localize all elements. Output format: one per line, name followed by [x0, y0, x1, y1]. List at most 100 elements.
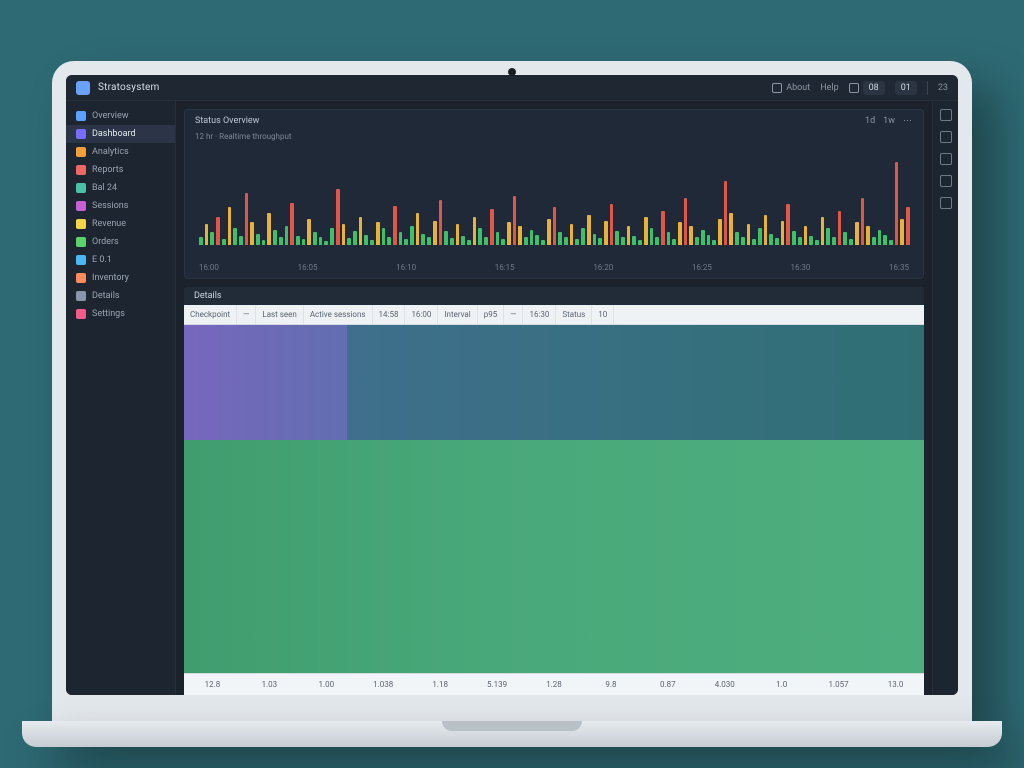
table-col-header[interactable]: Checkpoint	[184, 305, 237, 324]
sidebar-item-sessions[interactable]: Sessions	[66, 197, 175, 215]
chart-bar	[764, 215, 768, 245]
sidebar-item-icon	[76, 183, 86, 193]
sidebar-item-bal-24[interactable]: Bal 24	[66, 179, 175, 197]
rail-tool-5-icon[interactable]	[940, 197, 952, 209]
table-col-header[interactable]: —	[504, 305, 523, 324]
header-link-help[interactable]: Help	[820, 83, 838, 93]
chart-bar	[558, 232, 562, 245]
chart-bar	[729, 213, 733, 245]
chart-bar	[467, 240, 471, 245]
laptop-base	[22, 721, 1002, 747]
sidebar-item-icon	[76, 129, 86, 139]
chart-range-1w[interactable]: 1w	[883, 116, 895, 126]
table-col-header[interactable]: 14:58	[373, 305, 406, 324]
sidebar: Overview Dashboard Analytics Reports Bal 24 S…	[66, 101, 176, 695]
chart-bar	[530, 230, 534, 245]
sidebar-item-overview[interactable]: Overview	[66, 107, 175, 125]
sidebar-item-inventory[interactable]: Inventory	[66, 269, 175, 287]
table-col-header[interactable]: p95	[478, 305, 504, 324]
table-body[interactable]	[184, 325, 924, 673]
chart-bar	[638, 240, 642, 245]
chart-bar	[809, 236, 813, 245]
rail-tool-4-icon[interactable]	[940, 175, 952, 187]
chart-bar	[724, 181, 728, 245]
chart-bar	[598, 238, 602, 245]
chart-bar	[883, 235, 887, 245]
chart-bar	[336, 189, 340, 245]
table-footer-cell: 1.28	[526, 674, 583, 695]
rail-tool-2-icon[interactable]	[940, 131, 952, 143]
sidebar-item-e-0.1[interactable]: E 0.1	[66, 251, 175, 269]
sidebar-item-details[interactable]: Details	[66, 287, 175, 305]
chart-bar	[216, 217, 220, 245]
sidebar-item-dashboard[interactable]: Dashboard	[66, 125, 175, 143]
chart-bar	[399, 232, 403, 245]
table-footer-cell: 4.030	[696, 674, 753, 695]
table-col-header[interactable]: 10	[592, 305, 614, 324]
sidebar-item-orders[interactable]: Orders	[66, 233, 175, 251]
x-tick: 16:10	[396, 263, 416, 272]
chart-bar	[518, 226, 522, 245]
chart-bar	[416, 213, 420, 245]
table-col-header[interactable]: Active sessions	[304, 305, 373, 324]
table-footer-cell: 0.87	[639, 674, 696, 695]
chart-bar	[832, 237, 836, 245]
chart-bar	[319, 237, 323, 245]
chart-area[interactable]	[185, 145, 923, 263]
sidebar-item-label: Overview	[92, 111, 128, 121]
chart-bar	[404, 239, 408, 245]
chart-bar	[684, 198, 688, 245]
sidebar-item-icon	[76, 291, 86, 301]
chart-bar	[535, 235, 539, 245]
chart-bar	[450, 238, 454, 245]
chart-bar	[382, 228, 386, 245]
table-row	[184, 325, 347, 440]
sidebar-item-label: Bal 24	[92, 183, 117, 193]
table-col-header[interactable]: 16:30	[523, 305, 556, 324]
chart-bar	[843, 232, 847, 245]
table-col-header[interactable]: Interval	[438, 305, 477, 324]
chart-bar	[273, 230, 277, 245]
table-col-header[interactable]: 16:00	[405, 305, 438, 324]
sidebar-item-icon	[76, 309, 86, 319]
chart-bar	[553, 207, 557, 245]
chart-bar	[747, 224, 751, 245]
chart-bar	[644, 217, 648, 245]
chart-bar	[610, 204, 614, 245]
sidebar-item-icon	[76, 201, 86, 211]
chart-bar	[359, 217, 363, 245]
chart-bar	[461, 236, 465, 245]
chart-bar	[752, 239, 756, 245]
chart-bar	[279, 237, 283, 245]
sidebar-item-reports[interactable]: Reports	[66, 161, 175, 179]
chart-range-1d[interactable]: 1d	[865, 116, 875, 126]
header-badge-1[interactable]: 08	[849, 81, 885, 95]
chart-bar	[285, 226, 289, 245]
chart-bar	[250, 222, 254, 245]
chart-menu-icon[interactable]: ⋯	[903, 116, 913, 126]
chart-title: Status Overview	[195, 116, 259, 126]
chart-bar	[496, 232, 500, 245]
header-link-about[interactable]: About	[772, 83, 810, 93]
table-col-header[interactable]: —	[237, 305, 256, 324]
chart-bar	[849, 239, 853, 245]
chart-bar	[347, 238, 351, 245]
sidebar-item-label: Analytics	[92, 147, 129, 157]
chart-subtitle: 12 hr · Realtime throughput	[185, 132, 923, 145]
header-badge-2[interactable]: 01	[895, 81, 917, 95]
sidebar-item-revenue[interactable]: Revenue	[66, 215, 175, 233]
header-divider	[927, 81, 928, 95]
table-col-header[interactable]: Last seen	[256, 305, 303, 324]
sidebar-item-analytics[interactable]: Analytics	[66, 143, 175, 161]
chart-bar	[473, 217, 477, 245]
rail-tool-1-icon[interactable]	[940, 109, 952, 121]
table-col-header[interactable]: Status	[556, 305, 592, 324]
chart-bar	[387, 237, 391, 245]
rail-tool-3-icon[interactable]	[940, 153, 952, 165]
table-footer-cell: 9.8	[582, 674, 639, 695]
chart-bar	[792, 231, 796, 245]
chart-bar	[239, 236, 243, 245]
x-tick: 16:25	[692, 263, 712, 272]
sidebar-item-settings[interactable]: Settings	[66, 305, 175, 323]
header-clock: 23	[938, 83, 948, 93]
